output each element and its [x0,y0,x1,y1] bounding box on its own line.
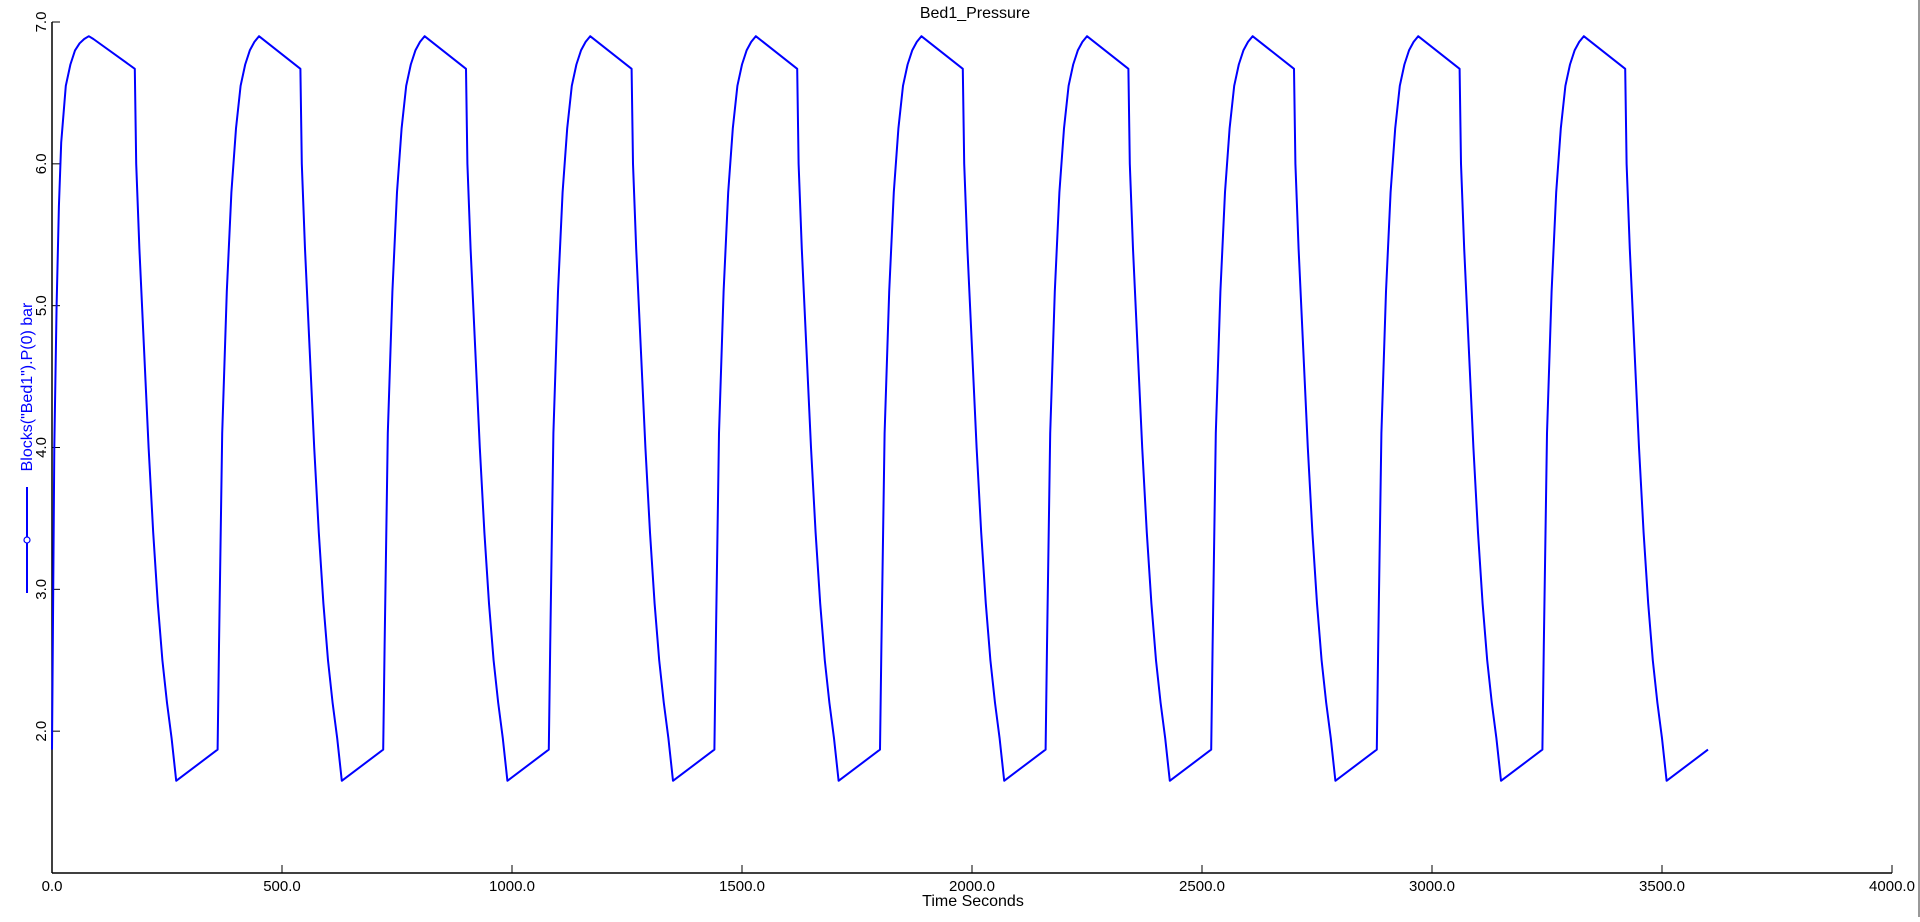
y-tick-label: 6.0 [33,153,50,174]
y-tick-label: 2.0 [33,721,50,742]
x-tick-label: 4000.0 [1869,878,1915,895]
chart-title: Bed1_Pressure [920,5,1030,22]
chart-svg: Bed1_Pressure 0.0 500.0 1000.0 1500.0 2000.0… [0,0,1920,917]
chart-background [0,0,1920,917]
chart-area: Bed1_Pressure 0.0 500.0 1000.0 1500.0 2000.0… [0,0,1920,917]
legend-dot-marker [23,536,31,544]
x-tick-label: 3000.0 [1409,878,1455,895]
x-tick-label: 500.0 [263,878,301,895]
y-axis-title: Blocks("Bed1").P(0) bar [19,302,36,471]
x-tick-label: 2500.0 [1179,878,1225,895]
x-tick-label: 0.0 [42,878,63,895]
x-tick-label: 3500.0 [1639,878,1685,895]
x-tick-label: 1500.0 [719,878,765,895]
x-axis-title: Time Seconds [922,893,1024,910]
y-tick-label: 3.0 [33,579,50,600]
x-tick-label: 1000.0 [489,878,535,895]
y-tick-label: 7.0 [33,12,50,33]
